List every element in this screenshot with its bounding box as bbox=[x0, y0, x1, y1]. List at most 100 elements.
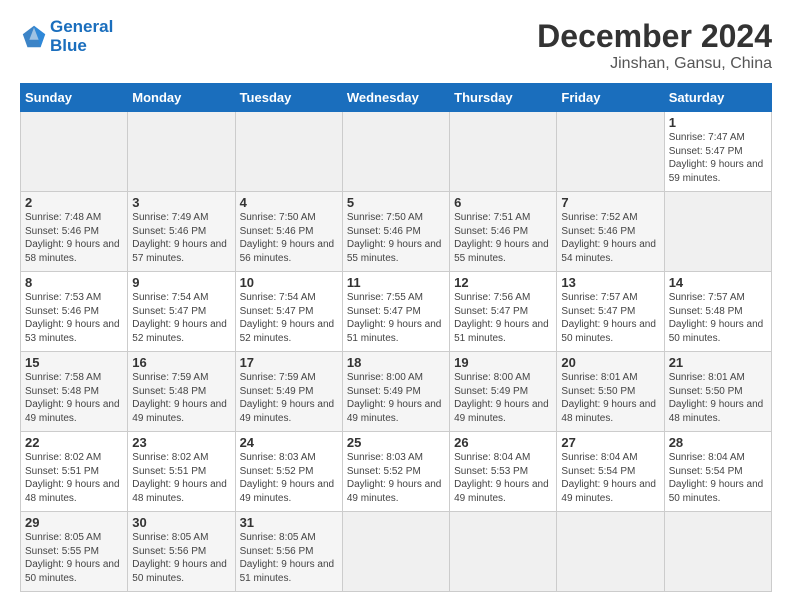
col-monday: Monday bbox=[128, 84, 235, 112]
col-friday: Friday bbox=[557, 84, 664, 112]
calendar-week-0: 1Sunrise: 7:47 AM Sunset: 5:47 PM Daylig… bbox=[21, 112, 772, 192]
day-info: Sunrise: 7:57 AM Sunset: 5:48 PM Dayligh… bbox=[669, 291, 767, 345]
calendar-week-3: 15Sunrise: 7:58 AM Sunset: 5:48 PM Dayli… bbox=[21, 352, 772, 432]
day-info: Sunrise: 7:51 AM Sunset: 5:46 PM Dayligh… bbox=[454, 211, 552, 265]
day-info: Sunrise: 7:56 AM Sunset: 5:47 PM Dayligh… bbox=[454, 291, 552, 345]
calendar-cell: 25Sunrise: 8:03 AM Sunset: 5:52 PM Dayli… bbox=[342, 432, 449, 512]
calendar-cell: 6Sunrise: 7:51 AM Sunset: 5:46 PM Daylig… bbox=[450, 192, 557, 272]
calendar-cell: 15Sunrise: 7:58 AM Sunset: 5:48 PM Dayli… bbox=[21, 352, 128, 432]
day-info: Sunrise: 7:58 AM Sunset: 5:48 PM Dayligh… bbox=[25, 371, 123, 425]
month-title: December 2024 bbox=[537, 18, 772, 55]
calendar-cell bbox=[235, 112, 342, 192]
day-info: Sunrise: 8:04 AM Sunset: 5:54 PM Dayligh… bbox=[561, 451, 659, 505]
calendar-cell: 1Sunrise: 7:47 AM Sunset: 5:47 PM Daylig… bbox=[664, 112, 771, 192]
day-number: 18 bbox=[347, 355, 445, 370]
calendar-cell: 29Sunrise: 8:05 AM Sunset: 5:55 PM Dayli… bbox=[21, 512, 128, 592]
day-number: 3 bbox=[132, 195, 230, 210]
day-info: Sunrise: 8:05 AM Sunset: 5:56 PM Dayligh… bbox=[132, 531, 230, 585]
day-info: Sunrise: 8:01 AM Sunset: 5:50 PM Dayligh… bbox=[669, 371, 767, 425]
day-info: Sunrise: 7:47 AM Sunset: 5:47 PM Dayligh… bbox=[669, 131, 767, 185]
location: Jinshan, Gansu, China bbox=[537, 55, 772, 73]
header-row: Sunday Monday Tuesday Wednesday Thursday… bbox=[21, 84, 772, 112]
day-info: Sunrise: 7:57 AM Sunset: 5:47 PM Dayligh… bbox=[561, 291, 659, 345]
header: General Blue December 2024 Jinshan, Gans… bbox=[20, 18, 772, 73]
calendar-cell: 28Sunrise: 8:04 AM Sunset: 5:54 PM Dayli… bbox=[664, 432, 771, 512]
day-number: 17 bbox=[240, 355, 338, 370]
calendar-cell: 26Sunrise: 8:04 AM Sunset: 5:53 PM Dayli… bbox=[450, 432, 557, 512]
logo-text: General Blue bbox=[50, 18, 113, 55]
day-info: Sunrise: 8:00 AM Sunset: 5:49 PM Dayligh… bbox=[347, 371, 445, 425]
day-info: Sunrise: 7:49 AM Sunset: 5:46 PM Dayligh… bbox=[132, 211, 230, 265]
day-info: Sunrise: 7:48 AM Sunset: 5:46 PM Dayligh… bbox=[25, 211, 123, 265]
day-number: 23 bbox=[132, 435, 230, 450]
day-number: 30 bbox=[132, 515, 230, 530]
calendar-cell: 8Sunrise: 7:53 AM Sunset: 5:46 PM Daylig… bbox=[21, 272, 128, 352]
day-number: 29 bbox=[25, 515, 123, 530]
day-number: 19 bbox=[454, 355, 552, 370]
calendar-cell: 12Sunrise: 7:56 AM Sunset: 5:47 PM Dayli… bbox=[450, 272, 557, 352]
calendar-cell: 13Sunrise: 7:57 AM Sunset: 5:47 PM Dayli… bbox=[557, 272, 664, 352]
day-number: 10 bbox=[240, 275, 338, 290]
day-number: 13 bbox=[561, 275, 659, 290]
day-number: 16 bbox=[132, 355, 230, 370]
day-number: 1 bbox=[669, 115, 767, 130]
calendar-cell bbox=[342, 112, 449, 192]
day-info: Sunrise: 7:50 AM Sunset: 5:46 PM Dayligh… bbox=[347, 211, 445, 265]
calendar-cell: 2Sunrise: 7:48 AM Sunset: 5:46 PM Daylig… bbox=[21, 192, 128, 272]
calendar-cell: 5Sunrise: 7:50 AM Sunset: 5:46 PM Daylig… bbox=[342, 192, 449, 272]
calendar-cell bbox=[664, 192, 771, 272]
day-number: 28 bbox=[669, 435, 767, 450]
logo-icon bbox=[20, 23, 48, 51]
col-tuesday: Tuesday bbox=[235, 84, 342, 112]
day-info: Sunrise: 7:59 AM Sunset: 5:49 PM Dayligh… bbox=[240, 371, 338, 425]
day-info: Sunrise: 8:04 AM Sunset: 5:54 PM Dayligh… bbox=[669, 451, 767, 505]
calendar-cell: 11Sunrise: 7:55 AM Sunset: 5:47 PM Dayli… bbox=[342, 272, 449, 352]
calendar-cell: 31Sunrise: 8:05 AM Sunset: 5:56 PM Dayli… bbox=[235, 512, 342, 592]
logo: General Blue bbox=[20, 18, 113, 55]
calendar-cell bbox=[557, 512, 664, 592]
calendar-body: 1Sunrise: 7:47 AM Sunset: 5:47 PM Daylig… bbox=[21, 112, 772, 592]
day-number: 26 bbox=[454, 435, 552, 450]
day-info: Sunrise: 8:04 AM Sunset: 5:53 PM Dayligh… bbox=[454, 451, 552, 505]
day-number: 4 bbox=[240, 195, 338, 210]
calendar-cell: 30Sunrise: 8:05 AM Sunset: 5:56 PM Dayli… bbox=[128, 512, 235, 592]
calendar-cell: 19Sunrise: 8:00 AM Sunset: 5:49 PM Dayli… bbox=[450, 352, 557, 432]
calendar-cell: 21Sunrise: 8:01 AM Sunset: 5:50 PM Dayli… bbox=[664, 352, 771, 432]
day-info: Sunrise: 7:55 AM Sunset: 5:47 PM Dayligh… bbox=[347, 291, 445, 345]
calendar-cell bbox=[21, 112, 128, 192]
col-wednesday: Wednesday bbox=[342, 84, 449, 112]
day-number: 21 bbox=[669, 355, 767, 370]
day-number: 14 bbox=[669, 275, 767, 290]
calendar-cell: 24Sunrise: 8:03 AM Sunset: 5:52 PM Dayli… bbox=[235, 432, 342, 512]
day-number: 2 bbox=[25, 195, 123, 210]
day-info: Sunrise: 8:02 AM Sunset: 5:51 PM Dayligh… bbox=[25, 451, 123, 505]
calendar-cell: 4Sunrise: 7:50 AM Sunset: 5:46 PM Daylig… bbox=[235, 192, 342, 272]
col-thursday: Thursday bbox=[450, 84, 557, 112]
calendar-cell: 14Sunrise: 7:57 AM Sunset: 5:48 PM Dayli… bbox=[664, 272, 771, 352]
day-number: 12 bbox=[454, 275, 552, 290]
calendar-week-5: 29Sunrise: 8:05 AM Sunset: 5:55 PM Dayli… bbox=[21, 512, 772, 592]
calendar-cell: 27Sunrise: 8:04 AM Sunset: 5:54 PM Dayli… bbox=[557, 432, 664, 512]
day-info: Sunrise: 7:53 AM Sunset: 5:46 PM Dayligh… bbox=[25, 291, 123, 345]
calendar-cell: 22Sunrise: 8:02 AM Sunset: 5:51 PM Dayli… bbox=[21, 432, 128, 512]
day-number: 6 bbox=[454, 195, 552, 210]
calendar-cell bbox=[557, 112, 664, 192]
day-number: 7 bbox=[561, 195, 659, 210]
day-info: Sunrise: 7:54 AM Sunset: 5:47 PM Dayligh… bbox=[132, 291, 230, 345]
calendar-cell: 23Sunrise: 8:02 AM Sunset: 5:51 PM Dayli… bbox=[128, 432, 235, 512]
day-info: Sunrise: 8:00 AM Sunset: 5:49 PM Dayligh… bbox=[454, 371, 552, 425]
day-number: 25 bbox=[347, 435, 445, 450]
calendar-cell: 10Sunrise: 7:54 AM Sunset: 5:47 PM Dayli… bbox=[235, 272, 342, 352]
calendar-cell: 17Sunrise: 7:59 AM Sunset: 5:49 PM Dayli… bbox=[235, 352, 342, 432]
calendar-week-2: 8Sunrise: 7:53 AM Sunset: 5:46 PM Daylig… bbox=[21, 272, 772, 352]
day-info: Sunrise: 8:03 AM Sunset: 5:52 PM Dayligh… bbox=[347, 451, 445, 505]
day-number: 5 bbox=[347, 195, 445, 210]
day-info: Sunrise: 8:05 AM Sunset: 5:56 PM Dayligh… bbox=[240, 531, 338, 585]
day-number: 31 bbox=[240, 515, 338, 530]
calendar-cell bbox=[128, 112, 235, 192]
day-number: 11 bbox=[347, 275, 445, 290]
col-saturday: Saturday bbox=[664, 84, 771, 112]
day-info: Sunrise: 8:05 AM Sunset: 5:55 PM Dayligh… bbox=[25, 531, 123, 585]
calendar-cell bbox=[450, 112, 557, 192]
day-number: 27 bbox=[561, 435, 659, 450]
